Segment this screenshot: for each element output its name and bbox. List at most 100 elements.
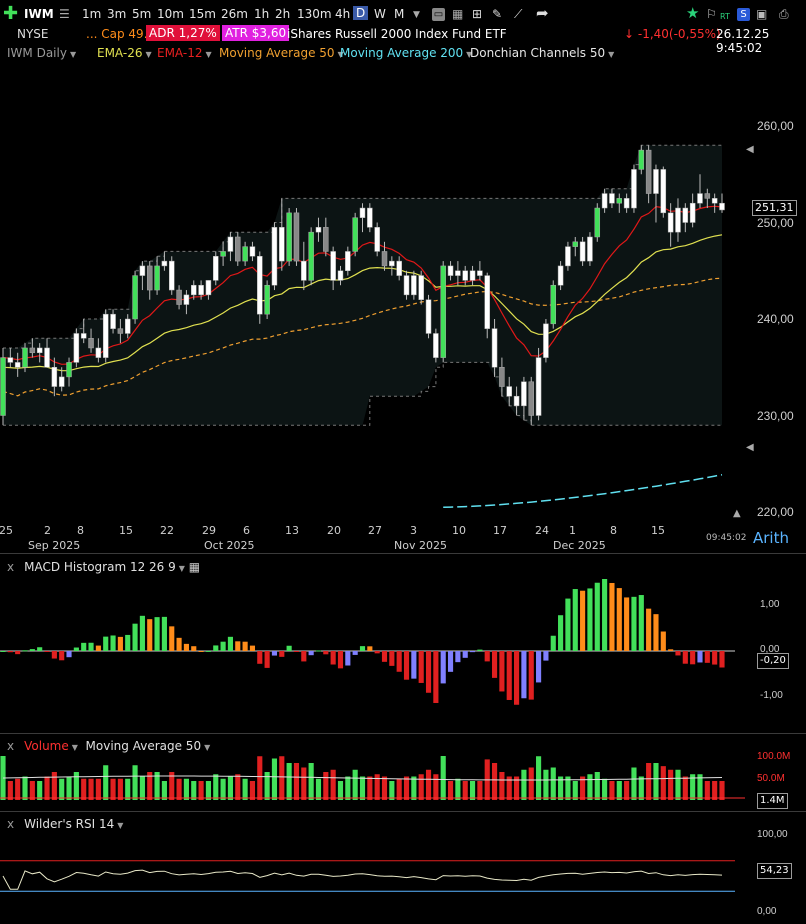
macd-bar xyxy=(499,651,505,692)
close-icon[interactable]: x xyxy=(7,817,14,831)
pane-separator[interactable] xyxy=(0,553,806,554)
chevron-down-icon: ▼ xyxy=(204,743,211,752)
macd-bar xyxy=(418,651,424,683)
timeframe-10m[interactable]: 10m xyxy=(157,7,184,21)
price-tick-230: 230,00 xyxy=(757,409,794,423)
volume-bar xyxy=(359,776,366,800)
chart-label[interactable]: IWM Daily ▼ xyxy=(7,46,76,60)
macd-bar xyxy=(235,641,241,651)
volume-bar xyxy=(594,772,600,800)
close-icon[interactable]: x xyxy=(7,739,14,753)
timeframe-2h[interactable]: 2h xyxy=(275,7,290,21)
macd-bar xyxy=(249,645,256,651)
volume-title[interactable]: x Volume ▼ Moving Average 50 ▼ xyxy=(7,739,210,753)
macd-bar xyxy=(308,651,314,656)
alert-flag-icon[interactable]: ⚐ xyxy=(706,7,717,21)
chart-type-icon[interactable]: ▭ xyxy=(432,8,445,21)
settings-grid-icon[interactable]: ▦ xyxy=(189,560,200,574)
scale-mode-toggle[interactable]: Arith xyxy=(753,529,789,547)
candle-body xyxy=(638,149,645,170)
macd-bar xyxy=(469,651,476,653)
candle-body xyxy=(337,270,344,281)
draw-pencil-icon[interactable]: ✎ xyxy=(492,7,502,21)
macd-bar xyxy=(719,651,725,668)
s-badge-icon[interactable]: S xyxy=(737,8,750,21)
rsi-chart[interactable] xyxy=(0,830,806,924)
macd-bar xyxy=(337,651,344,669)
candle-body xyxy=(447,265,454,276)
close-icon[interactable]: x xyxy=(7,560,14,574)
timeframe-5m[interactable]: 5m xyxy=(132,7,151,21)
candle-body xyxy=(124,318,131,334)
study-ma50[interactable]: Moving Average 50 ▼ xyxy=(219,46,344,60)
volume-chart[interactable] xyxy=(0,753,806,811)
macd-chart[interactable] xyxy=(0,575,806,733)
macd-bar xyxy=(0,651,6,652)
candle-body xyxy=(550,284,556,325)
study-bar: IWM Daily ▼ EMA-26 ▼ EMA-12 ▼ Moving Averag… xyxy=(0,44,806,62)
time-tick-label: 2 xyxy=(44,524,51,537)
timeframe-d[interactable]: D xyxy=(353,6,369,20)
time-tick-label: Nov 2025 xyxy=(394,539,447,552)
draw-line-icon[interactable]: ⟋ xyxy=(514,7,522,22)
rsi-title[interactable]: x Wilder's RSI 14 ▼ xyxy=(7,817,123,831)
timeframe-3m[interactable]: 3m xyxy=(107,7,126,21)
share-icon[interactable]: ➦ xyxy=(536,4,549,22)
pane-separator[interactable] xyxy=(0,733,806,734)
add-icon[interactable]: ✚ xyxy=(3,3,18,24)
timeframe-26m[interactable]: 26m xyxy=(221,7,248,21)
macd-bar xyxy=(543,651,549,661)
candle-body xyxy=(667,212,674,233)
study-donchian[interactable]: Donchian Channels 50 ▼ xyxy=(470,46,614,60)
macd-title[interactable]: x MACD Histogram 12 26 9 ▼ ▦ xyxy=(7,560,200,574)
study-ema12[interactable]: EMA-12 ▼ xyxy=(157,46,212,60)
scroll-left-icon[interactable]: ◀ xyxy=(746,144,754,155)
pane-separator[interactable] xyxy=(0,811,806,812)
macd-bar xyxy=(425,651,432,693)
candle-body xyxy=(403,275,410,296)
time-axis[interactable]: 25 2 Sep 2025 8 15 22 29 Oct 2025 6 13 20 27 Nov 202… xyxy=(0,522,806,552)
timeframe-w[interactable]: W xyxy=(374,7,386,21)
timeframe-m[interactable]: M xyxy=(394,7,404,21)
timeframe-1m[interactable]: 1m xyxy=(82,7,101,21)
volume-bar xyxy=(249,781,256,800)
macd-bar xyxy=(352,651,358,655)
volume-bar xyxy=(521,769,527,800)
price-tick-250: 250,00 xyxy=(757,216,794,230)
macd-bar xyxy=(176,637,182,651)
scroll-left-icon[interactable]: ◀ xyxy=(746,442,754,453)
timeframe-4h[interactable]: 4h xyxy=(335,7,350,21)
macd-bar xyxy=(169,626,175,651)
study-ma200[interactable]: Moving Average 200 ▼ xyxy=(340,46,472,60)
volume-bar xyxy=(308,763,314,800)
candle-body xyxy=(528,381,534,416)
price-tick-220: 220,00 xyxy=(757,505,794,519)
watchlist-star-icon[interactable]: ★ xyxy=(686,4,699,22)
print-icon[interactable]: ⎙ xyxy=(779,7,789,22)
timeframe-1h[interactable]: 1h xyxy=(254,7,269,21)
study-ma200-label: Moving Average 200 xyxy=(340,46,464,60)
study-ema26[interactable]: EMA-26 ▼ xyxy=(97,46,152,60)
candle-body xyxy=(279,227,285,262)
macd-bar xyxy=(396,651,402,672)
timeframe-15m[interactable]: 15m xyxy=(189,7,216,21)
macd-bar xyxy=(462,651,468,658)
time-tick-label: 25 xyxy=(0,524,13,537)
timeframe-130m[interactable]: 130m xyxy=(297,7,332,21)
candle-body xyxy=(205,280,212,296)
layout-icon[interactable]: ▦ xyxy=(452,7,463,21)
volume-bar xyxy=(242,778,248,800)
save-icon[interactable]: ▣ xyxy=(756,7,767,21)
volume-bar xyxy=(235,774,241,800)
candle-body xyxy=(645,149,652,194)
price-chart[interactable] xyxy=(0,62,806,522)
rsi-title-text: Wilder's RSI 14 xyxy=(24,817,115,831)
add-study-icon[interactable]: ⊞ xyxy=(472,7,482,21)
time-tick-label: 1 xyxy=(569,524,576,537)
candle-body xyxy=(80,333,87,339)
list-icon[interactable]: ☰ xyxy=(59,7,70,21)
macd-bar xyxy=(653,614,659,651)
timeframe-dropdown-icon[interactable]: ▼ xyxy=(413,10,420,20)
scroll-up-icon[interactable]: ▲ xyxy=(733,508,741,519)
symbol-input[interactable]: IWM xyxy=(24,7,54,21)
